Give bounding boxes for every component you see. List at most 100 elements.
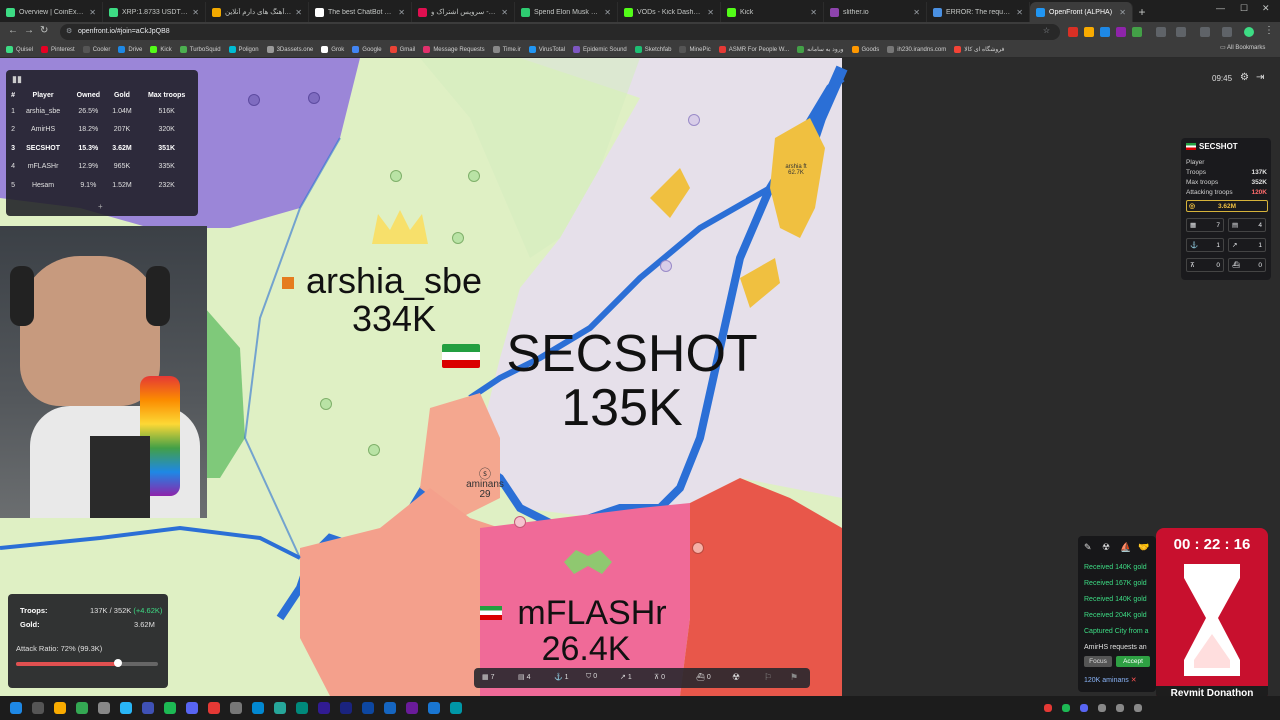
tray-icon[interactable] bbox=[1134, 704, 1142, 712]
app-icon[interactable] bbox=[274, 702, 286, 714]
pencil-icon[interactable]: ✎ bbox=[1084, 542, 1092, 553]
bookmark-item[interactable]: Message Requests bbox=[423, 46, 485, 53]
accept-button[interactable]: Accept bbox=[1116, 656, 1150, 667]
warship-build-button[interactable]: ⛴ 0 bbox=[696, 673, 711, 681]
extension-icon[interactable] bbox=[1132, 27, 1142, 37]
city-marker[interactable] bbox=[368, 444, 380, 456]
browser-tab[interactable]: XRP:1.8733 USDT | Futur ✕ bbox=[103, 2, 206, 22]
browser-tab[interactable]: Spend Elon Musk Money✕ bbox=[515, 2, 618, 22]
leaderboard-row[interactable]: 3 SECSHOT 15.3% 3.62M 351K bbox=[10, 139, 196, 158]
start-icon[interactable] bbox=[10, 702, 22, 714]
bookmark-item[interactable]: Poligon bbox=[228, 46, 259, 53]
city-marker[interactable] bbox=[660, 260, 672, 272]
browser-tab[interactable]: آپارات - سرویس اشتراک و✕ bbox=[412, 2, 515, 22]
bookmark-item[interactable]: Gmail bbox=[389, 46, 415, 53]
nuke-filter-icon[interactable]: ☢ bbox=[1102, 542, 1110, 553]
browser-tab[interactable]: The best ChatBot and Wr ✕ bbox=[309, 2, 412, 22]
bookmark-item[interactable]: فروشگاه ای کالا bbox=[954, 46, 1004, 53]
leaderboard-row[interactable]: 1 arshia_sbe 26.5% 1.04M 516K bbox=[10, 102, 196, 121]
bookmark-item[interactable]: TurboSquid bbox=[179, 46, 221, 53]
browser-tab[interactable]: دانلود آهنگ های دارم آنلاین ✕ bbox=[206, 2, 309, 22]
port-build-button[interactable]: ⚓ 1 bbox=[554, 673, 569, 681]
app-icon[interactable] bbox=[296, 702, 308, 714]
tab-close-icon[interactable]: ✕ bbox=[89, 8, 96, 17]
city-marker[interactable] bbox=[390, 170, 402, 182]
leaderboard-row[interactable]: 5 Hesam 9.1% 1.52M 232K bbox=[10, 176, 196, 195]
app-icon[interactable] bbox=[384, 702, 396, 714]
attack-ratio-slider[interactable] bbox=[16, 659, 158, 667]
tab-close-icon[interactable]: ✕ bbox=[810, 8, 817, 17]
factory-build-button[interactable]: ▤ 4 bbox=[518, 673, 530, 681]
bookmark-item[interactable]: ASMR For People W... bbox=[718, 46, 789, 53]
leaderboard-row[interactable]: 2 AmirHS 18.2% 207K 320K bbox=[10, 121, 196, 140]
city-marker[interactable] bbox=[468, 170, 480, 182]
leaderboard-expand-button[interactable]: + bbox=[98, 202, 103, 211]
tab-close-icon[interactable]: ✕ bbox=[1119, 8, 1126, 17]
nuke-icon[interactable]: ☢ bbox=[732, 672, 740, 683]
after-effects-icon[interactable] bbox=[318, 702, 330, 714]
premiere-icon[interactable] bbox=[340, 702, 352, 714]
browser-tab[interactable]: Kick ✕ bbox=[721, 2, 824, 22]
app-icon[interactable] bbox=[208, 702, 220, 714]
app-icon[interactable] bbox=[98, 702, 110, 714]
leaderboard-header[interactable]: Owned bbox=[70, 88, 107, 102]
bookmark-item[interactable]: Grok bbox=[321, 46, 344, 53]
downloads-icon[interactable] bbox=[1176, 27, 1186, 37]
tray-icon[interactable] bbox=[1116, 704, 1124, 712]
obs-icon[interactable] bbox=[230, 702, 242, 714]
bookmark-item[interactable]: Kick bbox=[150, 46, 172, 53]
telegram-icon[interactable] bbox=[120, 702, 132, 714]
city-marker[interactable] bbox=[452, 232, 464, 244]
spotify-icon[interactable] bbox=[164, 702, 176, 714]
browser-tab[interactable]: OpenFront (ALPHA) ✕ bbox=[1030, 2, 1133, 22]
city-marker[interactable] bbox=[692, 542, 704, 554]
address-bar[interactable]: ⚙ openfront.io/#join=aCkJpQB8 ☆ bbox=[60, 24, 1060, 40]
browser-tab[interactable]: VODs - Kick Dashboard ✕ bbox=[618, 2, 721, 22]
site-info-icon[interactable]: ⚙ bbox=[66, 27, 72, 35]
bookmark-item[interactable]: VirusTotal bbox=[528, 46, 565, 53]
app-icon[interactable] bbox=[450, 702, 462, 714]
bookmark-item[interactable]: Cooler bbox=[82, 46, 110, 53]
bookmark-item[interactable]: 3Dassets.one bbox=[266, 46, 313, 53]
new-tab-button[interactable]: + bbox=[1133, 2, 1151, 22]
leaderboard-header[interactable]: Player bbox=[16, 88, 70, 102]
bookmark-item[interactable]: Drive bbox=[118, 46, 142, 53]
close-icon[interactable]: ✕ bbox=[1131, 677, 1137, 684]
tab-close-icon[interactable]: ✕ bbox=[1016, 8, 1023, 17]
tab-close-icon[interactable]: ✕ bbox=[398, 8, 405, 17]
reload-icon[interactable]: ↻ bbox=[40, 25, 48, 36]
minimize-icon[interactable]: — bbox=[1216, 3, 1225, 13]
extensions-puzzle-icon[interactable] bbox=[1156, 27, 1166, 37]
menu-icon[interactable]: ⋮ bbox=[1264, 25, 1274, 36]
tab-close-icon[interactable]: ✕ bbox=[192, 8, 199, 17]
sam-build-button[interactable]: ⊼ 0 bbox=[654, 673, 665, 681]
file-explorer-icon[interactable] bbox=[54, 702, 66, 714]
browser-tab[interactable]: Overview | CoinEx - The C ✕ bbox=[0, 2, 103, 22]
city-marker[interactable] bbox=[320, 398, 332, 410]
alliance-filter-icon[interactable]: 🤝 bbox=[1138, 542, 1149, 553]
tab-close-icon[interactable]: ✕ bbox=[295, 8, 302, 17]
tab-close-icon[interactable]: ✕ bbox=[501, 8, 508, 17]
mirv-icon[interactable]: ⚑ bbox=[790, 672, 798, 683]
tray-icon[interactable] bbox=[1080, 704, 1088, 712]
bookmark-item[interactable]: MinePic bbox=[679, 46, 711, 53]
focus-button[interactable]: Focus bbox=[1084, 656, 1112, 667]
sidebar-icon[interactable] bbox=[1200, 27, 1210, 37]
city-marker[interactable] bbox=[688, 114, 700, 126]
photoshop-icon[interactable] bbox=[362, 702, 374, 714]
browser-tab[interactable]: slither.io ✕ bbox=[824, 2, 927, 22]
bookmark-item[interactable]: Pinterest bbox=[41, 46, 75, 53]
leaderboard-row[interactable]: 4 mFLASHr 12.9% 965K 335K bbox=[10, 158, 196, 177]
app-icon[interactable] bbox=[252, 702, 264, 714]
exit-icon[interactable]: ⇥ bbox=[1256, 72, 1264, 83]
app-icon[interactable] bbox=[428, 702, 440, 714]
discord-icon[interactable] bbox=[186, 702, 198, 714]
extension-icon[interactable] bbox=[1068, 27, 1078, 37]
extension-icon[interactable] bbox=[1100, 27, 1110, 37]
search-icon[interactable] bbox=[32, 702, 44, 714]
leaderboard-toggle-icon[interactable]: ▮▮ bbox=[12, 74, 22, 85]
bookmark-star-icon[interactable]: ☆ bbox=[1043, 26, 1050, 35]
city-build-button[interactable]: ▦ 7 bbox=[482, 673, 494, 681]
defense-build-button[interactable]: ⛉ 0 bbox=[586, 673, 597, 681]
game-viewport[interactable]: arshia_sbe 334K SECSHOT 135K ⓢ aminans 2… bbox=[0, 58, 1280, 696]
